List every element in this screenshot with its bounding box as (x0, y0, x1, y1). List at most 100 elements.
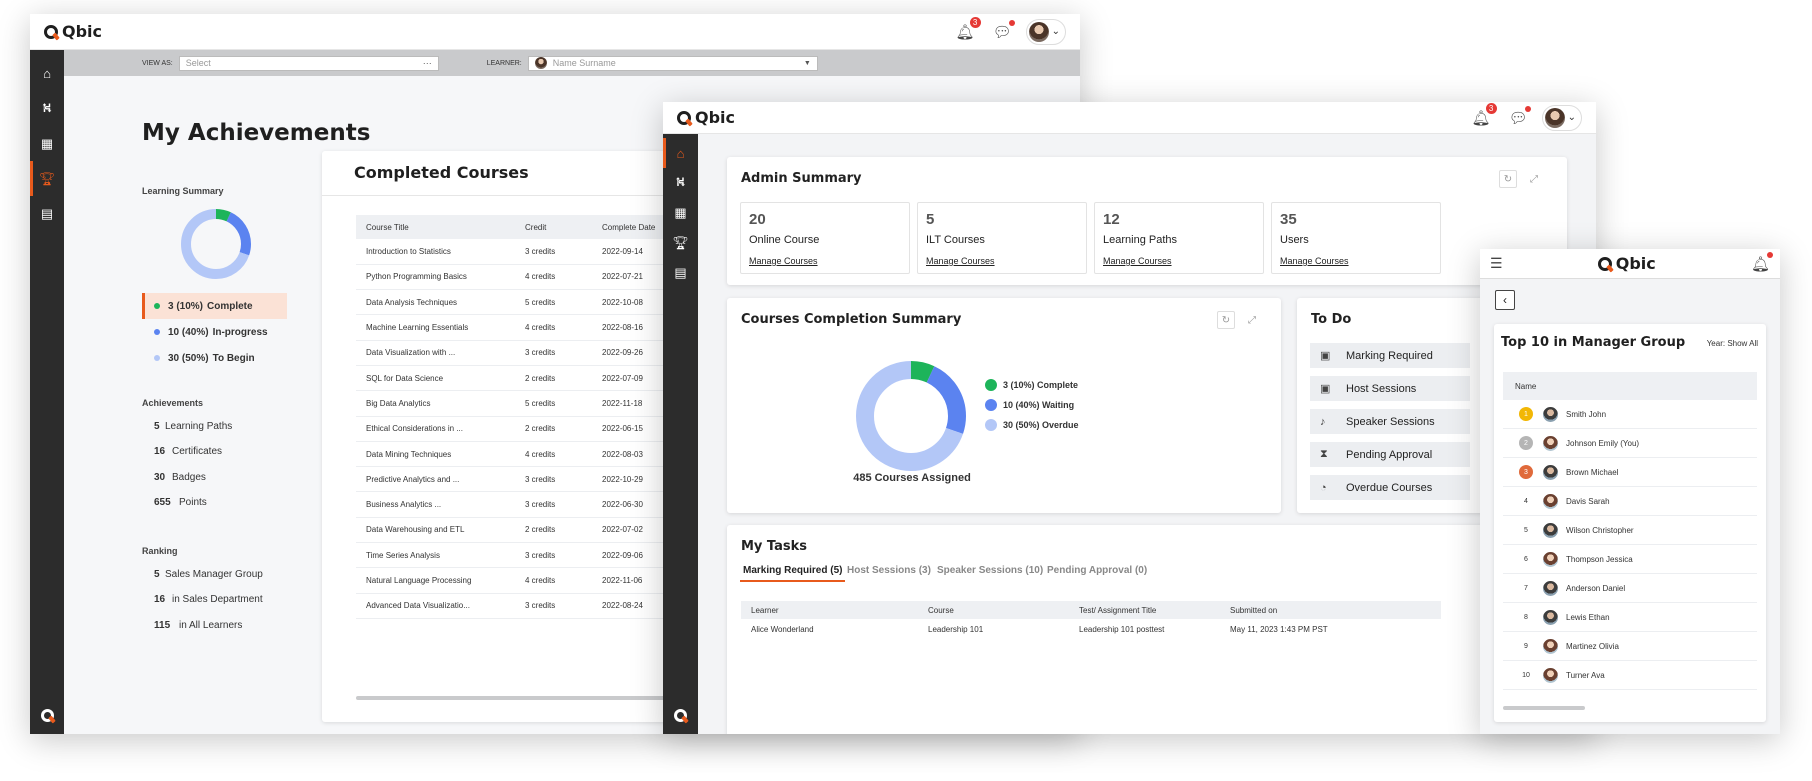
chat-icon[interactable]: 💬︎ (1509, 105, 1531, 127)
list-item[interactable]: 4 Davis Sarah (1503, 487, 1757, 516)
person-board-icon: ▣ (1320, 383, 1331, 395)
todo-item[interactable]: ⧗ Pending Approval (1310, 442, 1470, 467)
back-button[interactable]: ‹ (1495, 290, 1515, 310)
list-item[interactable]: 5 Sales Manager Group (142, 561, 287, 587)
sidebar-logo (674, 709, 687, 722)
sidebar-dashboard-icon[interactable]: ▦ (663, 198, 698, 228)
horizontal-scrollbar[interactable] (1503, 706, 1585, 710)
list-item[interactable]: 655 Points (142, 490, 287, 516)
list-item[interactable]: 16 Certificates (142, 439, 287, 465)
brand-name: Qbic (1615, 254, 1656, 273)
column-header[interactable]: Course (918, 606, 1069, 615)
chevron-left-icon: ‹ (1503, 293, 1507, 307)
list-item[interactable]: 5 Wilson Christopher (1503, 516, 1757, 545)
logo-mark (677, 110, 691, 125)
notification-bell-icon[interactable]: 🔔︎ 3 (1472, 102, 1497, 127)
hamburger-menu-icon[interactable]: ☰ (1490, 255, 1503, 272)
table-row[interactable]: Alice Wonderland Leadership 101 Leadership… (741, 619, 1441, 639)
list-item[interactable]: 3 Brown Michael (1503, 458, 1757, 487)
sidebar-home-icon[interactable]: ⌂ (663, 138, 698, 168)
learning-summary-item[interactable]: 30 (50%) To Begin (142, 345, 287, 371)
admin-summary-title: Admin Summary (741, 171, 862, 186)
manage-courses-link[interactable]: Manage Courses (1103, 256, 1255, 266)
list-item[interactable]: 115 in All Learners (142, 612, 287, 638)
list-item[interactable]: 9 Martinez Olivia (1503, 632, 1757, 661)
rank-badge: 4 (1524, 497, 1528, 505)
sidebar-library-icon[interactable]: ▤ (663, 258, 698, 288)
sidebar-library-icon[interactable]: ▤ (30, 196, 64, 231)
table-cell: 4 credits (515, 567, 593, 594)
rank-badge: 7 (1524, 584, 1528, 592)
item-value: 655 (154, 497, 171, 508)
column-header[interactable]: Learner (741, 606, 918, 615)
user-menu[interactable]: ⌄ (1541, 104, 1582, 131)
list-item[interactable]: 10 Turner Ava (1503, 661, 1757, 690)
expand-icon[interactable]: ⤢ (1243, 311, 1261, 329)
todo-item[interactable]: ▣ Host Sessions (1310, 376, 1470, 401)
list-item[interactable]: 7 Anderson Daniel (1503, 574, 1757, 603)
learning-summary-item[interactable]: 10 (40%) In-progress (142, 319, 287, 345)
dropdown-arrow-icon: ▼ (803, 59, 811, 67)
list-item[interactable]: 8 Lewis Ethan (1503, 603, 1757, 632)
sidebar-home-icon[interactable]: ⌂ (30, 56, 64, 91)
manage-courses-link[interactable]: Manage Courses (1280, 256, 1432, 266)
notification-bell-icon[interactable]: 🔔︎ 3 (956, 16, 981, 41)
sidebar-trophy-icon[interactable]: 🏆︎ (30, 161, 64, 196)
learning-summary-item[interactable]: 3 (10%) Complete (142, 293, 287, 319)
app-logo[interactable]: Qbic (677, 108, 735, 127)
sidebar-courses-icon[interactable]: ⛕ (30, 91, 64, 126)
list-item[interactable]: 6 Thompson Jessica (1503, 545, 1757, 574)
todo-item[interactable]: ◔ Overdue Courses (1310, 475, 1470, 500)
rank-badge: 8 (1524, 613, 1528, 621)
refresh-icon[interactable]: ↻ (1499, 170, 1517, 188)
expand-icon[interactable]: ⤢ (1525, 170, 1543, 188)
learner-select[interactable]: Name Surname ▼ (527, 55, 818, 71)
list-item[interactable]: 5 Learning Paths (142, 413, 287, 439)
learner-name: Johnson Emily (You) (1566, 438, 1640, 448)
todo-item[interactable]: ▣ Marking Required (1310, 343, 1470, 368)
task-tab[interactable]: Pending Approval (0) (1047, 565, 1147, 576)
notification-bell-icon[interactable]: 🔔︎ (1751, 251, 1773, 273)
top-bar: Qbic 🔔︎ 3 💬︎ ⌄ (663, 102, 1596, 134)
chat-icon[interactable]: 💬︎ (993, 19, 1015, 41)
sidebar: ⌂ ⛕ ▦ 🏆︎ ▤ (663, 134, 698, 734)
more-icon[interactable]: ··· (423, 58, 432, 68)
rank-badge: 9 (1524, 642, 1528, 650)
view-as-select[interactable]: Select ··· (178, 55, 439, 71)
app-logo[interactable]: Qbic (1597, 254, 1656, 273)
manage-courses-link[interactable]: Manage Courses (749, 256, 901, 266)
avatar (1543, 667, 1558, 683)
sidebar-courses-icon[interactable]: ⛕ (663, 168, 698, 198)
list-item[interactable]: 2 Johnson Emily (You) (1503, 429, 1757, 458)
list-item[interactable]: 16 in Sales Department (142, 587, 287, 613)
horizontal-scrollbar[interactable] (356, 696, 686, 700)
manage-courses-link[interactable]: Manage Courses (926, 256, 1078, 266)
todo-label: Host Sessions (1346, 382, 1417, 395)
app-logo[interactable]: Qbic (44, 22, 102, 41)
sidebar-trophy-icon[interactable]: 🏆︎ (663, 228, 698, 258)
tasks-table: Learner Course Test/ Assignment Title Submi… (741, 601, 1441, 639)
column-header[interactable]: Submitted on (1220, 606, 1420, 615)
column-header[interactable]: Test/ Assignment Title (1069, 606, 1220, 615)
task-tab[interactable]: Host Sessions (3) (847, 565, 931, 576)
task-tab[interactable]: Speaker Sessions (10) (937, 565, 1043, 576)
list-item[interactable]: 1 Smith John (1503, 400, 1757, 429)
sidebar-dashboard-icon[interactable]: ▦ (30, 126, 64, 161)
table-cell: 4 credits (515, 264, 593, 291)
table-cell: 3 credits (515, 466, 593, 493)
column-header[interactable]: Course Title (356, 215, 515, 239)
year-filter[interactable]: Year: Show All (1707, 339, 1758, 348)
refresh-icon[interactable]: ↻ (1217, 311, 1235, 329)
item-value: 16 (154, 446, 166, 457)
legend-item: 3 (10%) Complete (985, 379, 1078, 391)
item-label: Badges (172, 471, 206, 483)
column-header[interactable]: Credit (515, 215, 593, 239)
completed-courses-card: Completed Courses Course Title Credit Comp… (322, 151, 722, 722)
summary-label: Complete (207, 300, 253, 312)
task-tab[interactable]: Marking Required (5) (739, 565, 846, 582)
chat-dot (1524, 105, 1531, 112)
table-cell: 5 credits (515, 390, 593, 417)
todo-item[interactable]: ♪ Speaker Sessions (1310, 409, 1470, 434)
user-menu[interactable]: ⌄ (1025, 18, 1066, 45)
list-item[interactable]: 30 Badges (142, 464, 287, 490)
